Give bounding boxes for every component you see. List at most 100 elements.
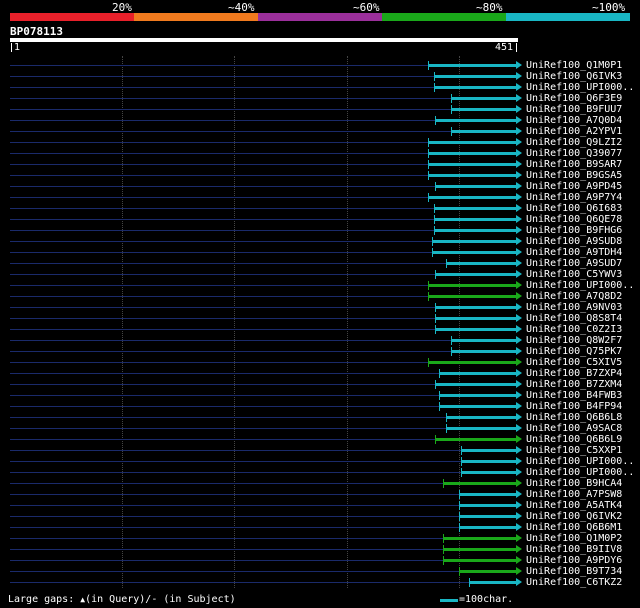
hit-row[interactable]: UniRef100_Q75PK7: [0, 346, 640, 357]
hit-label[interactable]: UniRef100_Q6B6L8: [526, 412, 622, 423]
hit-label[interactable]: UniRef100_A9P7Y4: [526, 192, 622, 203]
hit-label[interactable]: UniRef100_Q9LZI2: [526, 137, 622, 148]
hit-label[interactable]: UniRef100_C0Z2I3: [526, 324, 622, 335]
hit-label[interactable]: UniRef100_Q6B6L9: [526, 434, 622, 445]
hit-row[interactable]: UniRef100_A9PD45: [0, 181, 640, 192]
hit-label[interactable]: UniRef100_Q6IVK2: [526, 511, 622, 522]
hit-label[interactable]: UniRef100_UPI000..: [526, 456, 634, 467]
hit-row[interactable]: UniRef100_C6TKZ2: [0, 577, 640, 588]
hit-row[interactable]: UniRef100_B9SAR7: [0, 159, 640, 170]
hit-row[interactable]: UniRef100_A9NV03: [0, 302, 640, 313]
hit-label[interactable]: UniRef100_Q6B6M1: [526, 522, 622, 533]
hit-row[interactable]: UniRef100_B9T734: [0, 566, 640, 577]
hit-row[interactable]: UniRef100_C5XIV5: [0, 357, 640, 368]
hit-row[interactable]: UniRef100_Q39077: [0, 148, 640, 159]
hit-label[interactable]: UniRef100_A7Q0D4: [526, 115, 622, 126]
hit-unaligned-region: [10, 538, 444, 539]
hit-row[interactable]: UniRef100_B7ZXP4: [0, 368, 640, 379]
hit-row[interactable]: UniRef100_B9HCA4: [0, 478, 640, 489]
hit-label[interactable]: UniRef100_C5XXP1: [526, 445, 622, 456]
hit-label[interactable]: UniRef100_B9FHG6: [526, 225, 622, 236]
hit-row[interactable]: UniRef100_UPI000..: [0, 280, 640, 291]
hit-row[interactable]: UniRef100_UPI000..: [0, 82, 640, 93]
hit-label[interactable]: UniRef100_A9SUD7: [526, 258, 622, 269]
hit-row[interactable]: UniRef100_A9SUD8: [0, 236, 640, 247]
hit-label[interactable]: UniRef100_B9T734: [526, 566, 622, 577]
hit-row[interactable]: UniRef100_Q6B6M1: [0, 522, 640, 533]
hit-row[interactable]: UniRef100_B4FP94: [0, 401, 640, 412]
hit-label[interactable]: UniRef100_Q6F3E9: [526, 93, 622, 104]
hit-row[interactable]: UniRef100_B9GSA5: [0, 170, 640, 181]
hit-row[interactable]: UniRef100_A2YPV1: [0, 126, 640, 137]
hit-label[interactable]: UniRef100_Q6IVK3: [526, 71, 622, 82]
hit-label[interactable]: UniRef100_A7PSW8: [526, 489, 622, 500]
hit-row[interactable]: UniRef100_A7Q8D2: [0, 291, 640, 302]
hit-row[interactable]: UniRef100_A9SAC8: [0, 423, 640, 434]
hit-label[interactable]: UniRef100_A9SAC8: [526, 423, 622, 434]
hit-row[interactable]: UniRef100_Q8S8T4: [0, 313, 640, 324]
hit-label[interactable]: UniRef100_Q8W2F7: [526, 335, 622, 346]
hit-row[interactable]: UniRef100_A9TDH4: [0, 247, 640, 258]
hit-label[interactable]: UniRef100_A5ATK4: [526, 500, 622, 511]
hit-row[interactable]: UniRef100_C0Z2I3: [0, 324, 640, 335]
hit-row[interactable]: UniRef100_A9P7Y4: [0, 192, 640, 203]
hit-label[interactable]: UniRef100_A9PD45: [526, 181, 622, 192]
hit-row[interactable]: UniRef100_B9FUU7: [0, 104, 640, 115]
hit-row[interactable]: UniRef100_C5YWV3: [0, 269, 640, 280]
hit-row[interactable]: UniRef100_UPI000..: [0, 467, 640, 478]
hit-label[interactable]: UniRef100_C5XIV5: [526, 357, 622, 368]
hit-label[interactable]: UniRef100_C6TKZ2: [526, 577, 622, 588]
hit-label[interactable]: UniRef100_A9PDY6: [526, 555, 622, 566]
hit-label[interactable]: UniRef100_A9SUD8: [526, 236, 622, 247]
hit-label[interactable]: UniRef100_A7Q8D2: [526, 291, 622, 302]
hit-row[interactable]: UniRef100_B9IIV8: [0, 544, 640, 555]
hit-row[interactable]: UniRef100_Q1M0P2: [0, 533, 640, 544]
hit-label[interactable]: UniRef100_B9GSA5: [526, 170, 622, 181]
hit-label[interactable]: UniRef100_Q6QE78: [526, 214, 622, 225]
hit-label[interactable]: UniRef100_A9TDH4: [526, 247, 622, 258]
hit-row[interactable]: UniRef100_B7ZXM4: [0, 379, 640, 390]
hit-label[interactable]: UniRef100_Q39077: [526, 148, 622, 159]
hit-label[interactable]: UniRef100_B9SAR7: [526, 159, 622, 170]
hit-label[interactable]: UniRef100_B7ZXP4: [526, 368, 622, 379]
hit-label[interactable]: UniRef100_B4FP94: [526, 401, 622, 412]
hit-row[interactable]: UniRef100_A7Q0D4: [0, 115, 640, 126]
hit-row[interactable]: UniRef100_A9SUD7: [0, 258, 640, 269]
hit-label[interactable]: UniRef100_Q1M0P2: [526, 533, 622, 544]
hit-row[interactable]: UniRef100_UPI000..: [0, 456, 640, 467]
hit-row[interactable]: UniRef100_C5XXP1: [0, 445, 640, 456]
hit-row[interactable]: UniRef100_A5ATK4: [0, 500, 640, 511]
hit-unaligned-region: [10, 417, 447, 418]
hit-label[interactable]: UniRef100_Q1M0P1: [526, 60, 622, 71]
hit-row[interactable]: UniRef100_Q1M0P1: [0, 60, 640, 71]
hit-row[interactable]: UniRef100_A7PSW8: [0, 489, 640, 500]
hit-label[interactable]: UniRef100_A2YPV1: [526, 126, 622, 137]
hit-label[interactable]: UniRef100_B7ZXM4: [526, 379, 622, 390]
hit-label[interactable]: UniRef100_B9HCA4: [526, 478, 622, 489]
hit-label[interactable]: UniRef100_C5YWV3: [526, 269, 622, 280]
hit-label[interactable]: UniRef100_B4FWB3: [526, 390, 622, 401]
hit-label[interactable]: UniRef100_B9FUU7: [526, 104, 622, 115]
hit-row[interactable]: UniRef100_Q8W2F7: [0, 335, 640, 346]
hit-row[interactable]: UniRef100_Q6IVK2: [0, 511, 640, 522]
hit-row[interactable]: UniRef100_Q6I683: [0, 203, 640, 214]
hit-row[interactable]: UniRef100_Q6QE78: [0, 214, 640, 225]
hit-row[interactable]: UniRef100_A9PDY6: [0, 555, 640, 566]
hit-row[interactable]: UniRef100_Q6IVK3: [0, 71, 640, 82]
hit-row[interactable]: UniRef100_Q6B6L8: [0, 412, 640, 423]
hit-label[interactable]: UniRef100_Q75PK7: [526, 346, 622, 357]
hit-label[interactable]: UniRef100_UPI000..: [526, 82, 634, 93]
hit-label[interactable]: UniRef100_B9IIV8: [526, 544, 622, 555]
hit-row[interactable]: UniRef100_B9FHG6: [0, 225, 640, 236]
hit-aligned-segment: [428, 141, 516, 144]
hit-row[interactable]: UniRef100_Q9LZI2: [0, 137, 640, 148]
hit-label[interactable]: UniRef100_UPI000..: [526, 467, 634, 478]
hit-row[interactable]: UniRef100_B4FWB3: [0, 390, 640, 401]
hit-row[interactable]: UniRef100_Q6F3E9: [0, 93, 640, 104]
hit-row[interactable]: UniRef100_Q6B6L9: [0, 434, 640, 445]
hit-label[interactable]: UniRef100_A9NV03: [526, 302, 622, 313]
hit-label[interactable]: UniRef100_Q6I683: [526, 203, 622, 214]
hit-aligned-segment: [458, 493, 516, 496]
hit-label[interactable]: UniRef100_Q8S8T4: [526, 313, 622, 324]
hit-label[interactable]: UniRef100_UPI000..: [526, 280, 634, 291]
